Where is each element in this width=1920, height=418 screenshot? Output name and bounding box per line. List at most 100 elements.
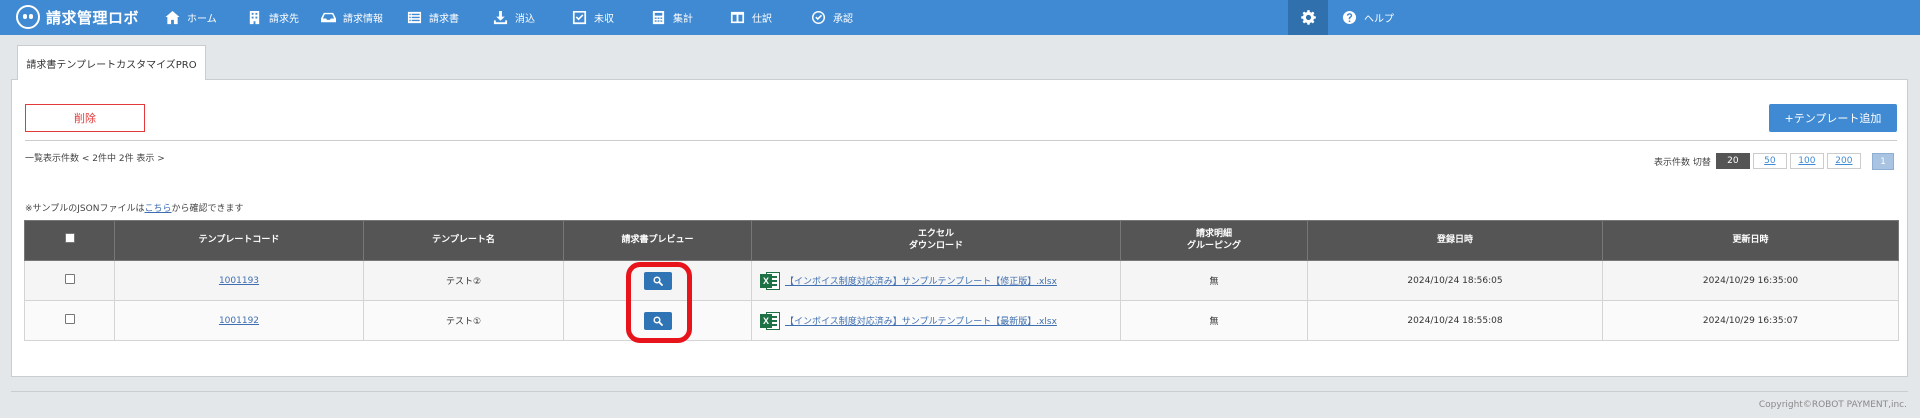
nav-item-label: 請求書	[429, 14, 459, 25]
header-excel-download: エクセル ダウンロード	[751, 220, 1121, 261]
home-icon	[165, 10, 180, 25]
nav-item-summary[interactable]: 集計	[651, 0, 693, 35]
preview-cell	[563, 260, 752, 301]
grouping-cell: 無	[1120, 260, 1308, 301]
page-size-option-200[interactable]: 200	[1826, 153, 1861, 169]
template-table: テンプレートコード テンプレート名 請求書プレビュー エクセル ダウンロード 請求…	[24, 220, 1899, 341]
select-all-checkbox[interactable]	[64, 233, 75, 244]
grouping-cell: 無	[1120, 300, 1308, 341]
nav-item-label: 未収	[594, 14, 614, 25]
row-checkbox[interactable]	[64, 274, 75, 284]
header-grouping-line2: グルーピング	[1186, 240, 1241, 251]
nav-item-billing-info[interactable]: 請求情報	[321, 0, 383, 35]
page-size-option-20[interactable]: 20	[1715, 153, 1750, 169]
page-size-switcher: 表示件数 切替 20 50 100 200	[1654, 153, 1861, 169]
nav-item-label: 承認	[833, 14, 853, 25]
nav-item-label: ホーム	[187, 14, 217, 25]
add-template-button[interactable]: +テンプレート追加	[1769, 104, 1897, 132]
header-template-code: テンプレートコード	[114, 220, 364, 261]
pagination-page-button[interactable]: 1	[1872, 153, 1894, 170]
header-template-name: テンプレート名	[363, 220, 564, 261]
table-row: 1001193 テスト② X 【インボイス制度対応済み】サンプルテンプレート【修…	[24, 260, 1899, 301]
excel-download-link[interactable]: 【インボイス制度対応済み】サンプルテンプレート【修正版】.xlsx	[785, 274, 1057, 287]
template-code-link[interactable]: 1001193	[219, 276, 259, 286]
copyright-text: Copyright©ROBOT PAYMENT,inc.	[1758, 400, 1907, 410]
header-invoice-preview: 請求書プレビュー	[563, 220, 752, 261]
search-icon	[652, 315, 663, 326]
excel-file-icon: X	[760, 311, 780, 331]
header-created-at: 登録日時	[1307, 220, 1603, 261]
excel-download-link[interactable]: 【インボイス制度対応済み】サンプルテンプレート【最新版】.xlsx	[785, 314, 1057, 327]
check-circle-icon	[811, 10, 826, 25]
excel-download-cell: X 【インボイス制度対応済み】サンプルテンプレート【修正版】.xlsx	[751, 260, 1121, 301]
list-count-text: 一覧表示件数 < 2件中 2件 表示 >	[25, 154, 165, 164]
nav-item-label: ヘルプ	[1364, 14, 1394, 25]
check-square-icon	[572, 10, 587, 25]
excel-file-icon: X	[760, 271, 780, 291]
updated-at-cell: 2024/10/29 16:35:07	[1602, 300, 1899, 341]
nav-item-home[interactable]: ホーム	[165, 0, 217, 35]
header-updated-at: 更新日時	[1602, 220, 1899, 261]
updated-at-cell: 2024/10/29 16:35:00	[1602, 260, 1899, 301]
nav-item-reconcile[interactable]: 消込	[493, 0, 535, 35]
calculator-icon	[652, 10, 665, 25]
created-at-cell: 2024/10/24 18:55:08	[1307, 300, 1603, 341]
row-select-cell	[24, 300, 115, 341]
inbox-icon	[321, 12, 336, 23]
header-excel-line2: ダウンロード	[908, 240, 963, 251]
settings-button[interactable]	[1288, 0, 1328, 35]
sample-json-link[interactable]: こちら	[144, 204, 171, 214]
nav-item-label: 仕訳	[752, 14, 772, 25]
list-icon	[407, 11, 422, 24]
columns-icon	[730, 11, 745, 24]
preview-button[interactable]	[643, 311, 672, 330]
header-select-all	[24, 220, 115, 261]
top-navigation-bar: 請求管理ロボ ホーム 請求先 請求情報 請求書 消込 未収 集計 仕訳 承認 ヘ…	[0, 0, 1920, 35]
divider	[25, 140, 1897, 141]
header-detail-grouping: 請求明細 グルーピング	[1120, 220, 1308, 261]
question-circle-icon	[1342, 10, 1357, 25]
download-icon	[493, 10, 508, 25]
search-icon	[652, 275, 663, 286]
row-checkbox[interactable]	[64, 314, 75, 324]
app-logo[interactable]: 請求管理ロボ	[16, 4, 139, 30]
created-at-cell: 2024/10/24 18:56:05	[1307, 260, 1603, 301]
tab-template-customize-pro[interactable]: 請求書テンプレートカスタマイズPRO	[17, 45, 206, 80]
nav-item-billing-destination[interactable]: 請求先	[247, 0, 299, 35]
template-code-cell: 1001192	[114, 300, 364, 341]
nav-item-approval[interactable]: 承認	[811, 0, 853, 35]
header-grouping-line1: 請求明細	[1195, 229, 1232, 240]
app-logo-text: 請求管理ロボ	[46, 8, 140, 27]
preview-button[interactable]	[643, 271, 672, 290]
note-prefix: ※サンプルのJSONファイルは	[25, 204, 145, 214]
sample-json-note: ※サンプルのJSONファイルはこちらから確認できます	[25, 201, 244, 214]
template-name-cell: テスト②	[363, 260, 564, 301]
robot-logo-icon	[16, 5, 40, 29]
nav-item-label: 消込	[515, 14, 535, 25]
template-name-cell: テスト①	[363, 300, 564, 341]
page-size-option-100[interactable]: 100	[1789, 153, 1824, 169]
main-panel: 削除 +テンプレート追加 一覧表示件数 < 2件中 2件 表示 > 表示件数 切…	[11, 79, 1908, 377]
template-code-cell: 1001193	[114, 260, 364, 301]
nav-item-label: 請求情報	[343, 14, 383, 25]
template-code-link[interactable]: 1001192	[219, 316, 259, 326]
nav-item-uncollected[interactable]: 未収	[572, 0, 614, 35]
excel-download-cell: X 【インボイス制度対応済み】サンプルテンプレート【最新版】.xlsx	[751, 300, 1121, 341]
delete-button[interactable]: 削除	[25, 104, 145, 132]
nav-item-invoice[interactable]: 請求書	[407, 0, 459, 35]
table-header-row: テンプレートコード テンプレート名 請求書プレビュー エクセル ダウンロード 請求…	[24, 220, 1899, 261]
page-size-label: 表示件数 切替	[1654, 157, 1711, 168]
page-size-option-50[interactable]: 50	[1752, 153, 1787, 169]
preview-cell	[563, 300, 752, 341]
note-suffix: から確認できます	[171, 204, 244, 214]
row-select-cell	[24, 260, 115, 301]
nav-item-journal[interactable]: 仕訳	[730, 0, 772, 35]
nav-item-help[interactable]: ヘルプ	[1342, 0, 1394, 35]
nav-item-label: 集計	[673, 14, 693, 25]
header-excel-line1: エクセル	[917, 229, 954, 240]
footer-divider	[11, 391, 1908, 392]
building-icon	[249, 10, 260, 25]
table-row: 1001192 テスト① X 【インボイス制度対応済み】サンプルテンプレート【最…	[24, 300, 1899, 341]
nav-item-label: 請求先	[269, 14, 299, 25]
gear-icon	[1300, 10, 1316, 25]
